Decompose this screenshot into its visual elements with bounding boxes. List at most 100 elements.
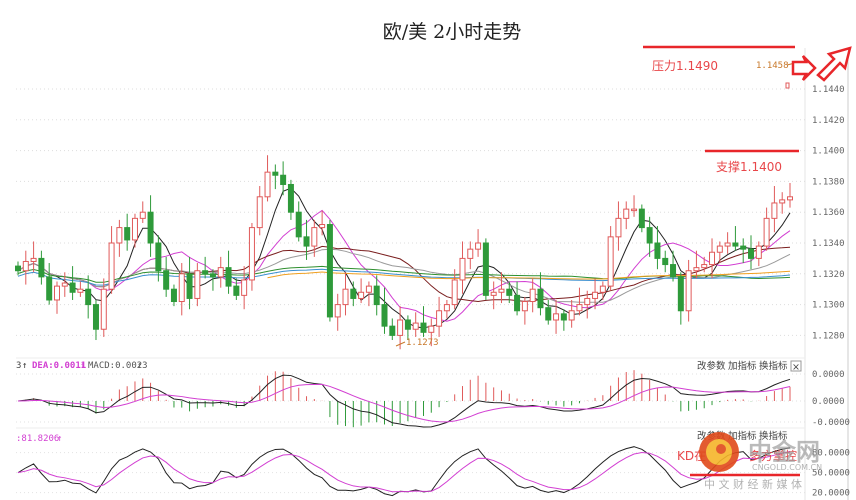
kd-arrow-icon: ↑ <box>57 434 62 444</box>
candle-down <box>163 270 170 290</box>
candle-up <box>248 227 255 281</box>
candle-down <box>670 264 677 278</box>
candle-down <box>662 257 669 266</box>
y-axis-ticks: 1.1440 1.1420 1.1400 1.1380 1.1360 1.1340 1.13… <box>812 85 845 341</box>
candle-up <box>568 310 575 321</box>
candle-up <box>22 260 29 272</box>
candle-up <box>584 297 591 306</box>
candle-up <box>319 224 326 229</box>
candle-down <box>677 276 684 312</box>
candle-down <box>85 288 92 306</box>
candle-down <box>38 257 45 278</box>
candle-up <box>701 264 708 269</box>
candle-up <box>771 202 778 219</box>
candle-up <box>194 270 201 299</box>
low-price-label: 1.1273 <box>406 338 439 348</box>
macd-y-tick: 0.0000 <box>812 397 845 407</box>
candle-up <box>623 208 630 219</box>
candle-down <box>381 304 388 327</box>
candle-up <box>599 285 606 293</box>
candle-up <box>342 288 349 306</box>
candle-down <box>15 265 21 272</box>
candle-down <box>124 227 131 241</box>
y-tick-label: 1.1320 <box>812 270 845 280</box>
candle-down <box>638 208 645 229</box>
candle-down <box>506 288 513 296</box>
candle-up <box>397 319 404 336</box>
candle-up <box>178 273 185 303</box>
candle-up <box>755 245 762 259</box>
y-tick-label: 1.1300 <box>812 301 845 311</box>
candle-up <box>490 291 497 296</box>
red-arrow-up-right-icon <box>816 46 852 82</box>
candle-down <box>654 242 661 259</box>
k-line <box>17 446 791 497</box>
high-price-label: 1.1458 <box>756 61 789 71</box>
candle-up <box>724 242 731 247</box>
watermark-domain: CNGOLD.COM.CN <box>752 463 822 472</box>
red-arrow-right-icon <box>791 55 817 81</box>
candle-up <box>256 196 263 229</box>
macd-panel: 0.0000 0.0000 -0.0000 <box>16 370 850 428</box>
candle-down <box>272 171 279 176</box>
kd-y-tick: 20.0000 <box>812 489 850 499</box>
candle-up <box>77 288 84 293</box>
candle-down <box>233 285 240 296</box>
kd-value-label: :81.8206 <box>16 434 59 444</box>
candle-down <box>147 211 154 244</box>
candle-up <box>217 267 224 278</box>
candle-up <box>459 257 466 281</box>
candle-up <box>412 322 419 330</box>
edit-params-button[interactable]: 改参数 <box>697 360 726 372</box>
candle-down <box>280 174 287 185</box>
candle-up <box>475 242 482 250</box>
candle-down <box>740 245 747 250</box>
candle-down <box>514 294 521 312</box>
candle-down <box>225 267 232 287</box>
candle-up <box>61 282 68 287</box>
candle-up <box>498 288 505 293</box>
candle-up <box>521 301 528 312</box>
candle-down <box>92 304 99 330</box>
candle-up <box>553 313 560 321</box>
candle-up <box>241 279 248 296</box>
candle-down <box>646 227 653 244</box>
y-tick-label: 1.1360 <box>812 208 845 218</box>
moving-averages <box>17 187 791 329</box>
candle-down <box>732 242 739 247</box>
macd-dea-label: DEA:0.0011 <box>32 361 86 371</box>
watermark-slogan: 中 文 财 经 新 媒 体 <box>704 477 802 491</box>
candle-down <box>420 322 427 333</box>
y-tick-label: 1.1340 <box>812 239 845 249</box>
support-label: 支撑1.1400 <box>716 159 782 174</box>
y-tick-label: 1.1440 <box>812 85 845 95</box>
candle-up <box>787 196 793 201</box>
candle-down <box>326 224 333 318</box>
candle-up <box>116 227 123 244</box>
last-candle <box>785 82 790 89</box>
candle-up <box>264 171 271 198</box>
candle-down <box>69 282 76 293</box>
candle-down <box>545 307 552 321</box>
candle-up <box>358 291 365 299</box>
candle-up <box>576 304 583 312</box>
candle-up <box>709 251 716 266</box>
candle-up <box>763 217 770 247</box>
add-indicator-button[interactable]: 加指标 <box>728 360 757 372</box>
d-line <box>17 450 791 493</box>
watermark-name: 中金网 <box>748 438 820 466</box>
candle-down <box>748 248 755 259</box>
candle-up <box>467 248 474 259</box>
candle-down <box>482 242 489 296</box>
candle-up <box>139 211 146 219</box>
candle-down <box>350 288 357 299</box>
candle-down <box>287 183 294 213</box>
candle-up <box>131 217 138 241</box>
candle-down <box>155 242 162 272</box>
macd-dif-label: 3 <box>16 361 21 371</box>
candle-down <box>537 288 544 309</box>
candle-up <box>436 310 443 327</box>
candle-up <box>428 325 435 333</box>
candle-up <box>311 227 318 247</box>
switch-indicator-button[interactable]: 换指标 <box>759 360 788 372</box>
